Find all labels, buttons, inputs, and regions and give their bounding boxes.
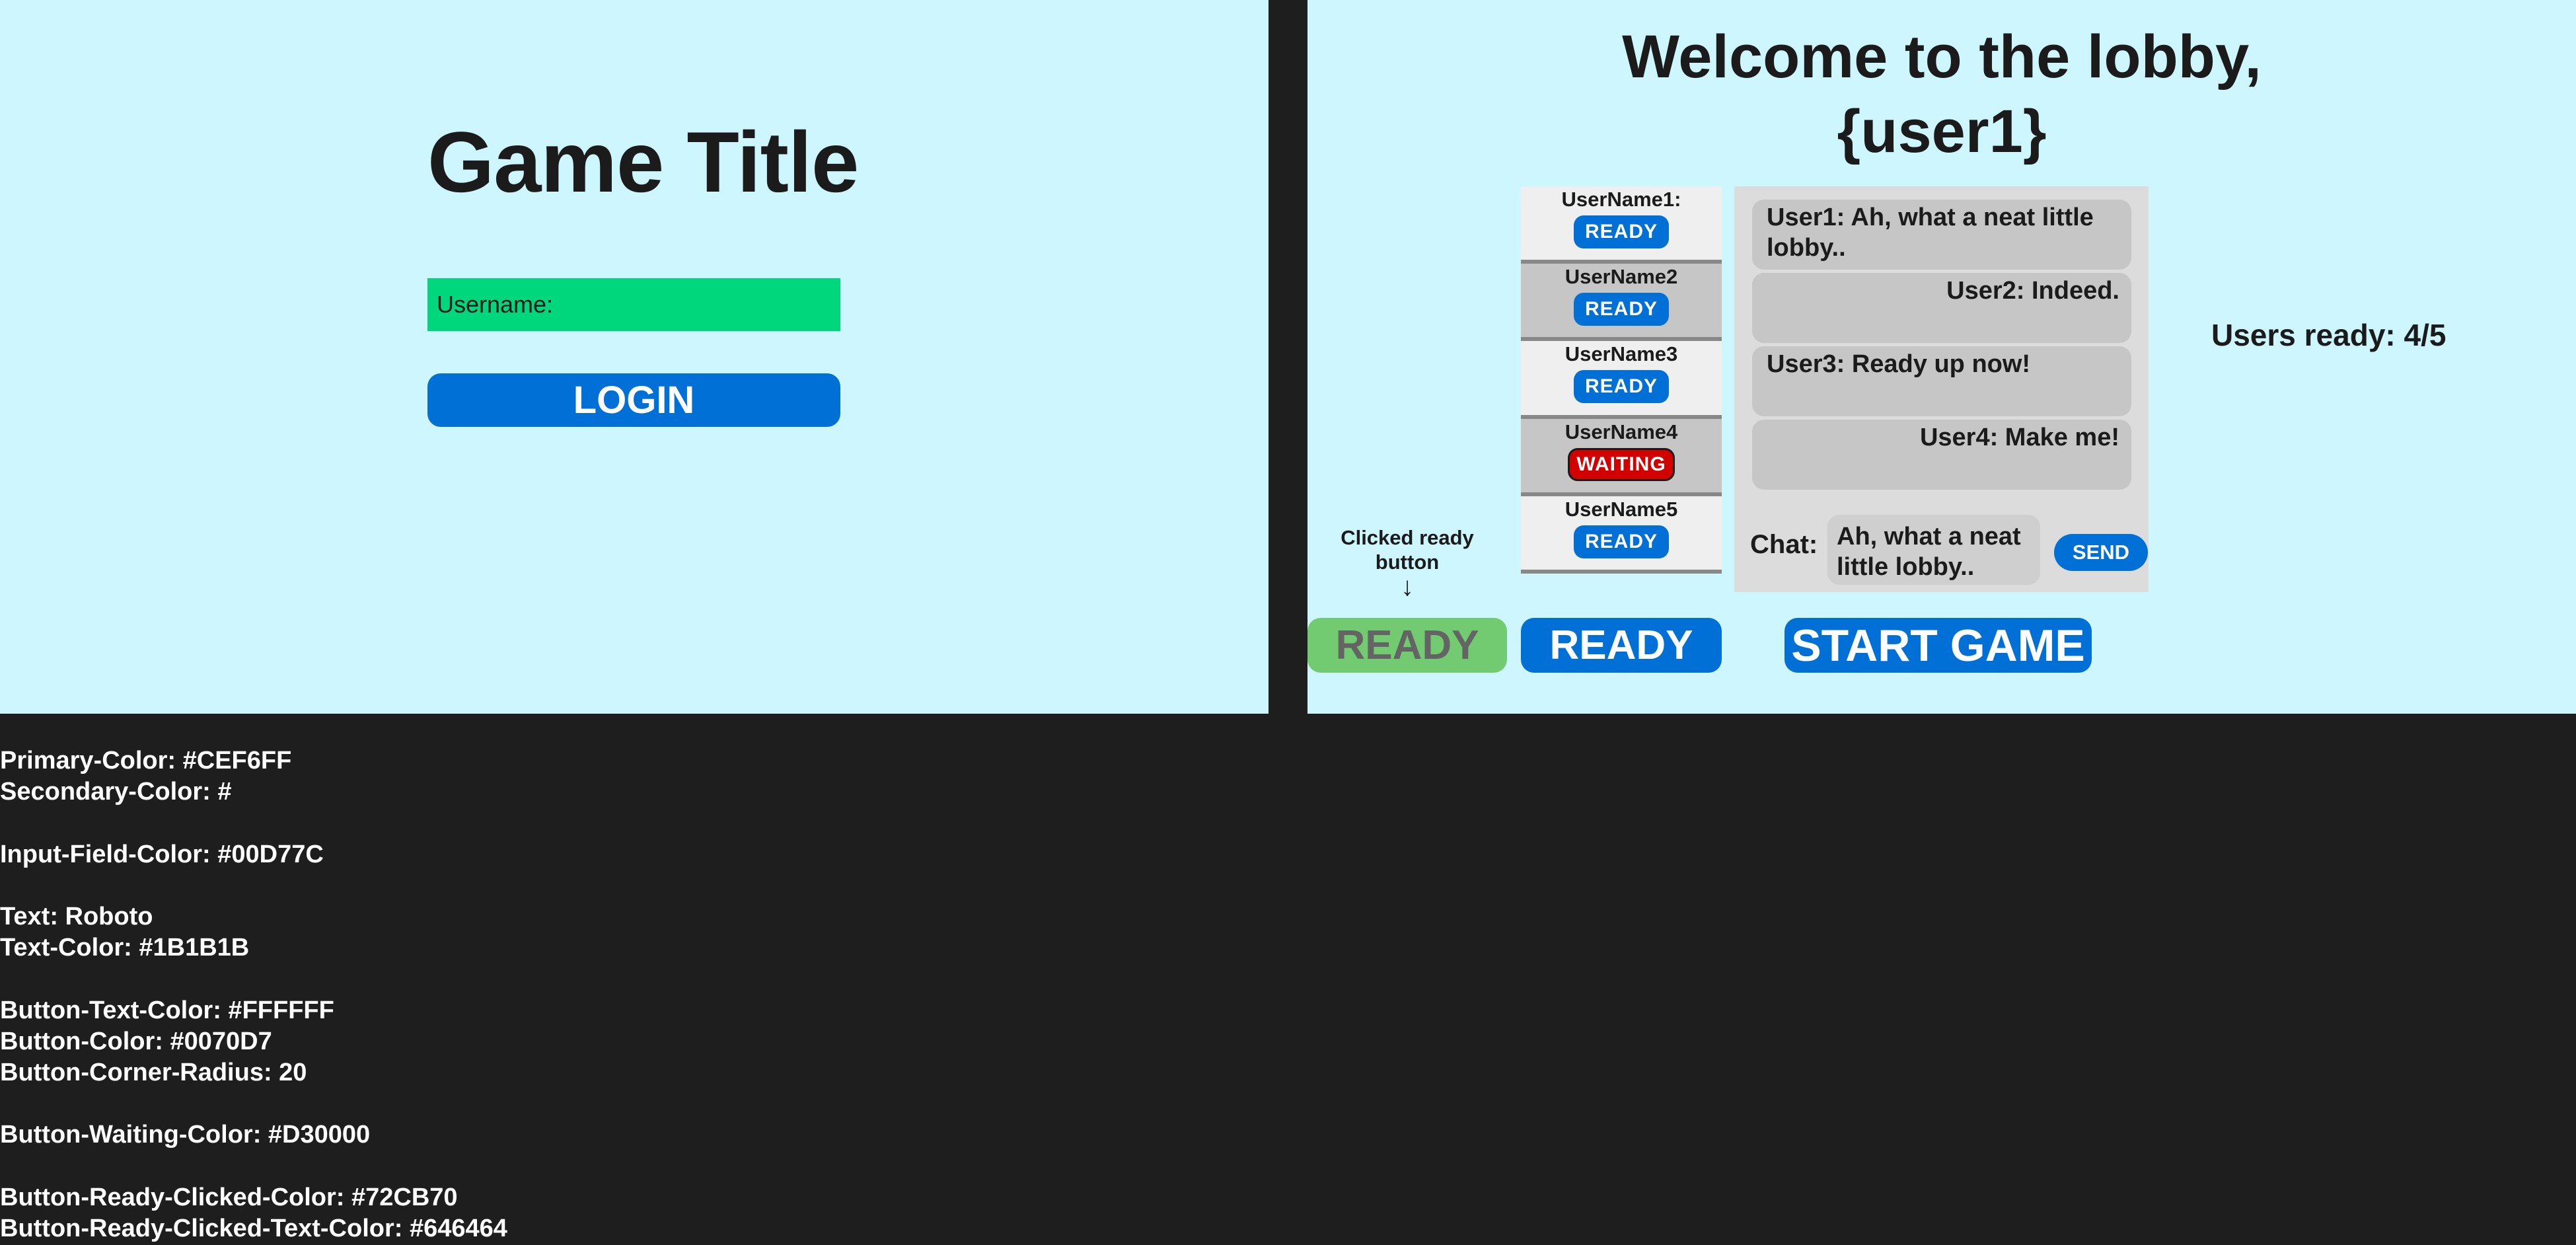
style-note: Button-Ready-Clicked-Text-Color: #646464 [0,1214,507,1242]
user-status-badge: READY [1574,293,1669,326]
username-input[interactable] [427,278,840,331]
user-name: UserName5 [1564,497,1678,521]
user-row: UserName3 READY [1521,341,1722,419]
style-note: Button-Text-Color: #FFFFFF [0,996,334,1024]
style-note: Secondary-Color: # [0,778,232,806]
ready-button-clicked[interactable]: READY [1307,618,1507,673]
style-note: Button-Ready-Clicked-Color: #72CB70 [0,1183,458,1211]
style-note [0,1088,507,1119]
style-note: Input-Field-Color: #00D77C [0,840,324,868]
send-button[interactable]: SEND [2054,534,2148,571]
users-list: UserName1: READY UserName2 READY UserNam… [1521,186,1722,574]
style-note [0,808,507,839]
user-row: UserName4 WAITING [1521,418,1722,496]
chat-message: User3: Ready up now! [1752,346,2131,416]
user-status-badge: READY [1574,370,1669,404]
lobby-welcome-title: Welcome to the lobby, {user1} [1307,20,2576,169]
user-status-badge: READY [1574,525,1669,558]
user-name: UserName1: [1561,188,1681,211]
chat-message: User2: Indeed. [1752,273,2131,343]
style-note: Primary-Color: #CEF6FF [0,747,292,774]
clicked-ready-annotation: Clicked ready button [1341,526,1474,574]
chat-message: User4: Make me! [1752,420,2131,490]
users-ready-count: Users ready: 4/5 [2211,318,2447,352]
style-guide-notes: Primary-Color: #CEF6FF Secondary-Color: … [0,745,507,1244]
user-row: UserName5 READY [1521,496,1722,574]
start-game-button[interactable]: START GAME [1785,618,2092,673]
down-arrow-icon: ↓ [1401,572,1414,601]
ready-button[interactable]: READY [1521,618,1722,673]
style-note: Button-Waiting-Color: #D30000 [0,1121,371,1149]
login-button[interactable]: LOGIN [427,373,840,427]
user-row: UserName1: READY [1521,186,1722,264]
user-name: UserName3 [1564,342,1678,366]
chat-message: User1: Ah, what a neat little lobby.. [1752,200,2131,270]
style-note: Text-Color: #1B1B1B [0,934,250,962]
login-screen: Game Title LOGIN [0,0,1269,714]
user-row: UserName2 READY [1521,264,1722,342]
user-status-badge: READY [1574,215,1669,248]
game-title: Game Title [427,114,859,210]
style-note: Text: Roboto [0,902,153,930]
style-note [0,1151,507,1182]
style-note [0,963,507,995]
style-note: Button-Corner-Radius: 20 [0,1058,307,1086]
user-status-badge: WAITING [1568,447,1675,481]
chat-input[interactable]: Ah, what a neat little lobby.. [1827,515,2040,585]
user-name: UserName4 [1564,420,1678,443]
chat-label: Chat: [1750,530,1818,559]
lobby-screen: Welcome to the lobby, {user1} UserName1:… [1307,0,2576,714]
chat-panel: User1: Ah, what a neat little lobby.. Us… [1734,186,2149,592]
welcome-line: Welcome to the lobby, [1622,23,2262,91]
welcome-username: {user1} [1837,98,2047,165]
style-note [0,870,507,901]
user-name: UserName2 [1564,265,1678,289]
style-note: Button-Color: #0070D7 [0,1027,272,1055]
